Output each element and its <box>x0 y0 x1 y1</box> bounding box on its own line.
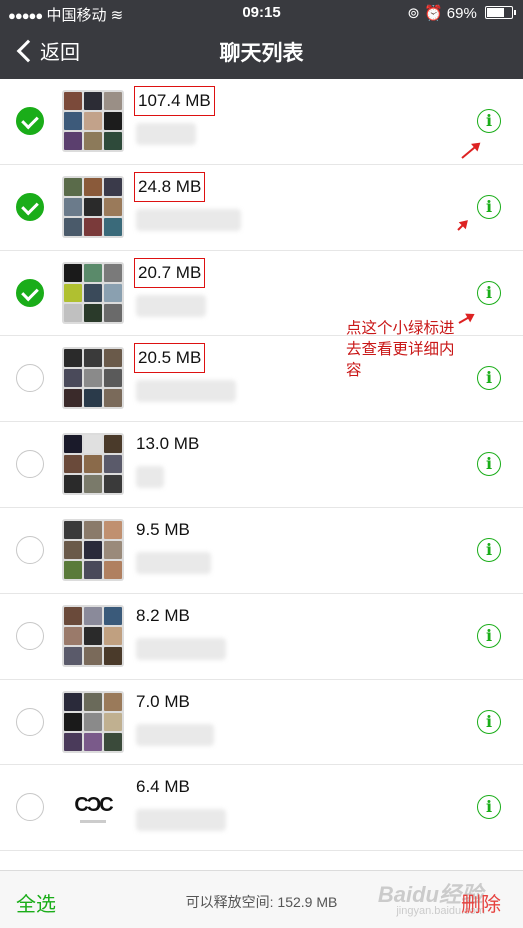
blurred-chat-name <box>136 208 241 231</box>
alarm-icon: ⏰ <box>423 5 443 22</box>
chat-size: 20.5 MB <box>133 343 206 374</box>
info-icon[interactable]: i <box>477 795 501 820</box>
blurred-chat-name <box>136 380 236 403</box>
chat-list: 107.4 MB i 24.8 MB i 20.7 MB i 20.5 MB i 13.0 MB… <box>0 79 523 852</box>
avatar <box>62 518 124 581</box>
page-title: 聊天列表 <box>219 42 304 65</box>
info-icon[interactable]: i <box>477 623 501 648</box>
avatar <box>62 261 124 324</box>
annotation-text: 点这个小绿标进去查看更详细内容 <box>346 320 455 379</box>
list-item[interactable]: 107.4 MB i <box>0 79 523 165</box>
select-checkbox[interactable] <box>16 535 44 564</box>
battery-percent: 69% <box>446 5 477 22</box>
delete-button[interactable]: 删除 <box>461 888 501 917</box>
rotation-lock-icon: ⊚ <box>407 5 420 22</box>
list-item[interactable]: 8.2 MB i <box>0 594 523 680</box>
chat-size: 13.0 MB <box>136 434 200 454</box>
chat-size: 20.7 MB <box>133 257 206 288</box>
chat-size: 107.4 MB <box>134 86 215 116</box>
info-icon[interactable]: i <box>477 194 501 219</box>
select-checkbox[interactable] <box>16 364 44 393</box>
avatar <box>62 90 124 152</box>
avatar-logo-text: CϽC <box>74 794 113 817</box>
info-icon[interactable]: i <box>477 109 501 133</box>
blurred-chat-name <box>136 809 226 832</box>
avatar: CϽC <box>62 776 124 839</box>
list-item[interactable]: 9.5 MB i <box>0 508 523 594</box>
chat-size: 7.0 MB <box>136 691 190 711</box>
top-bar: ●●●●● 中国移动 ≋ 09:15 ⊚ ⏰ 69% 返回 聊天列表 <box>0 0 523 79</box>
chat-size: 24.8 MB <box>133 171 206 202</box>
bottom-bar: 全选 可以释放空间: 152.9 MB Baidu经验 jingyan.baid… <box>0 870 523 928</box>
list-item[interactable]: 13.0 MB i <box>0 422 523 508</box>
avatar <box>62 433 124 496</box>
battery-icon <box>485 6 516 19</box>
select-checkbox[interactable] <box>16 450 44 479</box>
avatar <box>62 604 124 667</box>
select-checkbox[interactable] <box>16 621 44 650</box>
avatar <box>62 690 124 753</box>
select-checkbox[interactable] <box>16 707 44 736</box>
status-bar: ●●●●● 中国移动 ≋ 09:15 ⊚ ⏰ 69% <box>0 0 523 26</box>
info-icon[interactable]: i <box>477 280 501 305</box>
avatar <box>62 175 124 238</box>
chat-size: 6.4 MB <box>136 777 190 797</box>
list-item[interactable]: 24.8 MB i <box>0 165 523 251</box>
blurred-chat-name <box>136 551 211 574</box>
chat-size: 9.5 MB <box>136 519 190 539</box>
info-icon[interactable]: i <box>477 452 501 477</box>
avatar <box>62 347 124 410</box>
info-icon[interactable]: i <box>477 709 501 734</box>
select-checkbox[interactable] <box>16 278 44 307</box>
select-checkbox[interactable] <box>16 793 44 822</box>
blurred-chat-name <box>136 123 196 145</box>
blurred-chat-name <box>136 637 226 660</box>
info-icon[interactable]: i <box>477 537 501 562</box>
list-item[interactable]: 7.0 MB i <box>0 680 523 766</box>
select-checkbox[interactable] <box>16 192 44 221</box>
list-item[interactable]: CϽC 6.4 MB i <box>0 765 523 852</box>
select-checkbox[interactable] <box>16 107 44 135</box>
chat-size: 8.2 MB <box>136 605 190 625</box>
blurred-chat-name <box>136 466 164 489</box>
blurred-chat-name <box>136 723 214 746</box>
blurred-chat-name <box>136 294 206 317</box>
info-icon[interactable]: i <box>477 366 501 391</box>
